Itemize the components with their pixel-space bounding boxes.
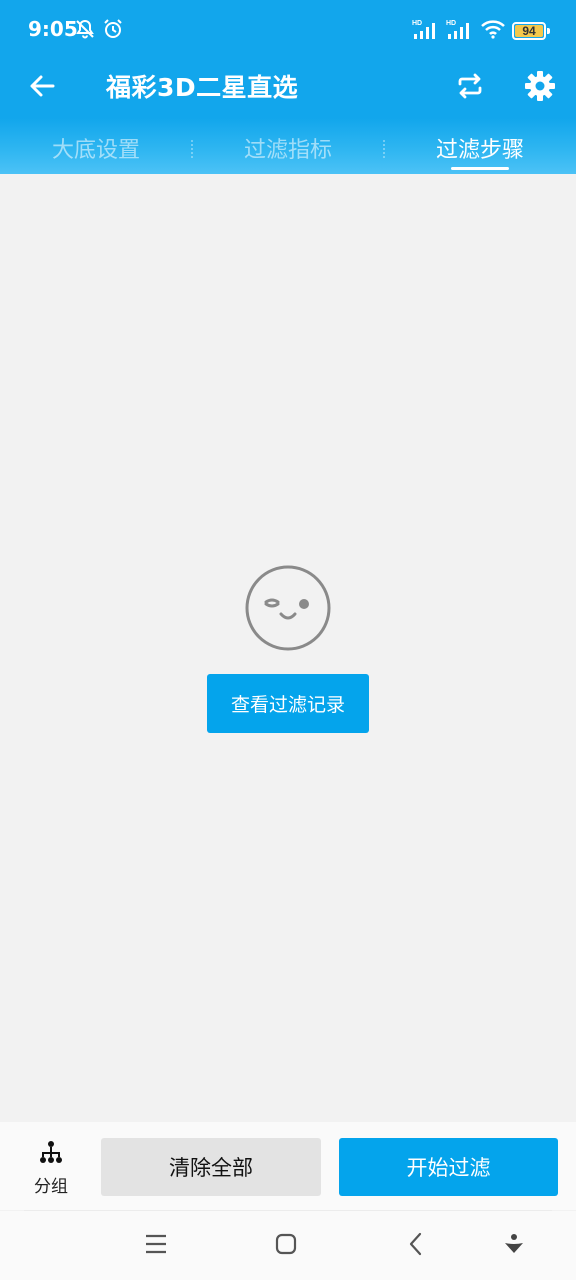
home-button[interactable] <box>266 1231 306 1261</box>
system-nav-bar <box>0 1211 576 1280</box>
arrow-left-icon <box>28 72 56 104</box>
tab-filter-steps[interactable]: 过滤步骤 <box>384 122 576 174</box>
settings-button[interactable] <box>522 70 558 106</box>
tab-label: 过滤指标 <box>243 138 332 163</box>
tab-divider <box>191 140 193 158</box>
tab-base-settings[interactable]: 大底设置 <box>0 122 192 174</box>
empty-state: 查看过滤记录 <box>0 564 576 733</box>
tab-filter-indicators[interactable]: 过滤指标 <box>192 122 384 174</box>
tab-active-indicator <box>451 167 509 170</box>
header: 9:05 HD HD 94 福彩3D二星直选 大底设置 过滤指标 过滤步骤 <box>0 0 576 174</box>
swap-button[interactable] <box>452 70 488 106</box>
wink-face-icon <box>244 564 332 652</box>
wifi-icon <box>480 18 506 44</box>
tab-bar: 大底设置 过滤指标 过滤步骤 <box>0 122 576 174</box>
group-label: 分组 <box>34 1177 68 1197</box>
tab-label: 过滤步骤 <box>435 138 524 163</box>
view-filter-records-button[interactable]: 查看过滤记录 <box>207 674 369 733</box>
clear-all-button[interactable]: 清除全部 <box>101 1138 321 1196</box>
menu-icon <box>144 1233 168 1259</box>
tab-divider <box>383 140 385 158</box>
signal-hd-icon: HD <box>412 18 440 44</box>
page-title: 福彩3D二星直选 <box>106 73 299 102</box>
start-filter-button[interactable]: 开始过滤 <box>339 1138 558 1196</box>
svg-text:HD: HD <box>412 20 422 27</box>
assistant-icon <box>502 1232 526 1260</box>
system-back-button[interactable] <box>396 1231 436 1261</box>
hierarchy-icon <box>39 1140 63 1168</box>
bottom-action-bar: 分组 清除全部 开始过滤 <box>0 1122 576 1210</box>
status-time: 9:05 <box>28 17 78 41</box>
status-right-icons: HD HD 94 <box>412 18 550 44</box>
home-icon <box>274 1232 298 1260</box>
svg-text:HD: HD <box>446 20 456 27</box>
gear-icon <box>524 70 556 106</box>
back-button[interactable] <box>22 70 62 106</box>
swap-icon <box>455 71 485 105</box>
tab-label: 大底设置 <box>51 138 140 163</box>
bell-muted-icon <box>74 18 96 44</box>
chevron-left-icon <box>406 1232 426 1260</box>
status-bar: 9:05 HD HD 94 <box>0 0 576 60</box>
group-button[interactable]: 分组 <box>18 1140 84 1197</box>
battery-icon: 94 <box>512 22 550 40</box>
recent-apps-button[interactable] <box>136 1231 176 1261</box>
signal-hd-icon-2: HD <box>446 18 474 44</box>
toolbar: 福彩3D二星直选 <box>0 60 576 116</box>
battery-level: 94 <box>522 24 536 38</box>
battery-tip <box>547 28 550 34</box>
assistant-button[interactable] <box>494 1231 534 1261</box>
alarm-icon <box>102 18 124 44</box>
status-left-icons <box>74 18 124 44</box>
